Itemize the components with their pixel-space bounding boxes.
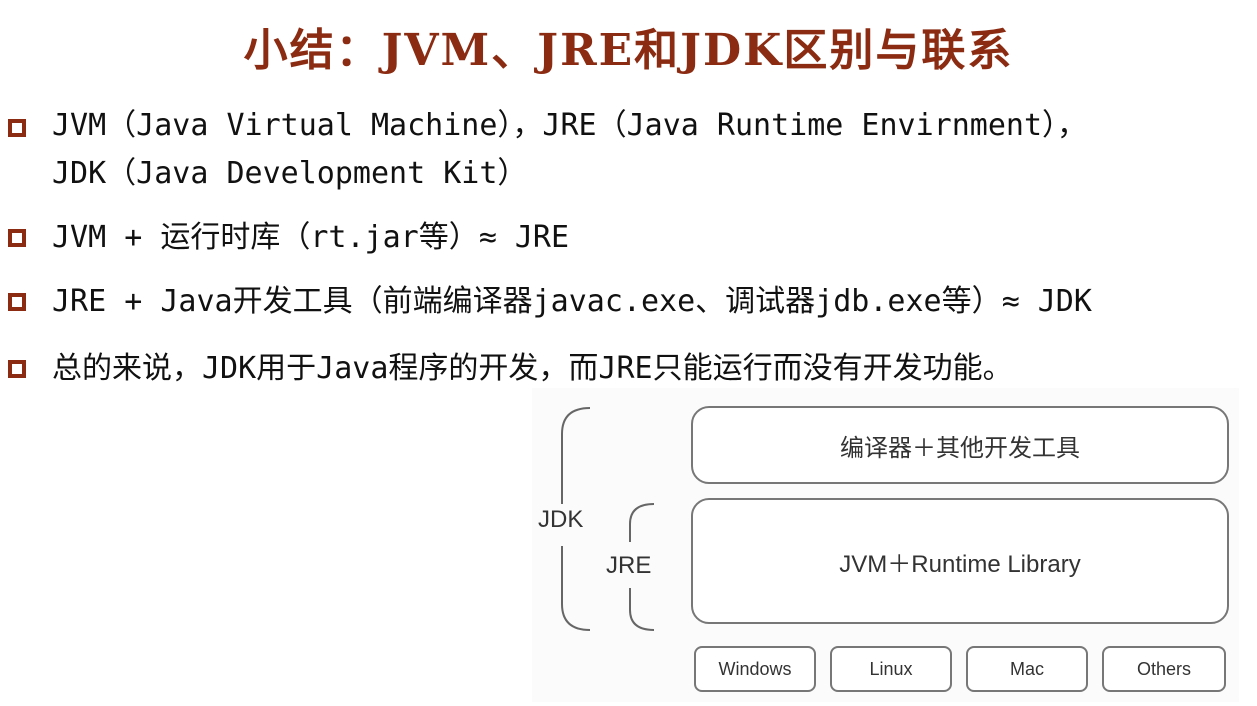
bullet-text: 总的来说，JDK用于Java程序的开发，而JRE只能运行而没有开发功能。 [52, 351, 1013, 386]
jre-label: JRE [606, 552, 652, 579]
bullet-marker-icon [8, 293, 26, 311]
platform-linux: Linux [830, 646, 952, 692]
bullet-item: 总的来说，JDK用于Java程序的开发，而JRE只能运行而没有开发功能。 [0, 345, 1257, 393]
slide-title: 小结：JVM、JRE和JDK区别与联系 [243, 25, 1014, 76]
jdk-jre-diagram: JDK JRE 编译器＋其他开发工具 JVM＋Runtime Library W… [532, 388, 1239, 702]
jdk-label: JDK [538, 506, 584, 533]
bullet-marker-icon [8, 360, 26, 378]
platform-mac: Mac [966, 646, 1088, 692]
bullet-item: JVM（Java Virtual Machine），JRE（Java Runti… [0, 102, 1257, 198]
platform-others: Others [1102, 646, 1226, 692]
platform-windows: Windows [694, 646, 816, 692]
bullet-text: JVM + 运行时库（rt.jar等）≈ JRE [52, 220, 570, 255]
bullet-marker-icon [8, 229, 26, 247]
bullet-text-continuation: JDK（Java Development Kit） [52, 156, 528, 191]
bullet-text: JRE + Java开发工具（前端编译器javac.exe、调试器jdb.exe… [52, 284, 1092, 319]
bullet-text: JVM（Java Virtual Machine），JRE（Java Runti… [52, 108, 1088, 143]
jvm-runtime-box: JVM＋Runtime Library [691, 498, 1229, 624]
bullet-item: JRE + Java开发工具（前端编译器javac.exe、调试器jdb.exe… [0, 278, 1257, 326]
dev-tools-box: 编译器＋其他开发工具 [691, 406, 1229, 484]
bullet-marker-icon [8, 119, 26, 137]
bullet-item: JVM + 运行时库（rt.jar等）≈ JRE [0, 214, 1257, 262]
